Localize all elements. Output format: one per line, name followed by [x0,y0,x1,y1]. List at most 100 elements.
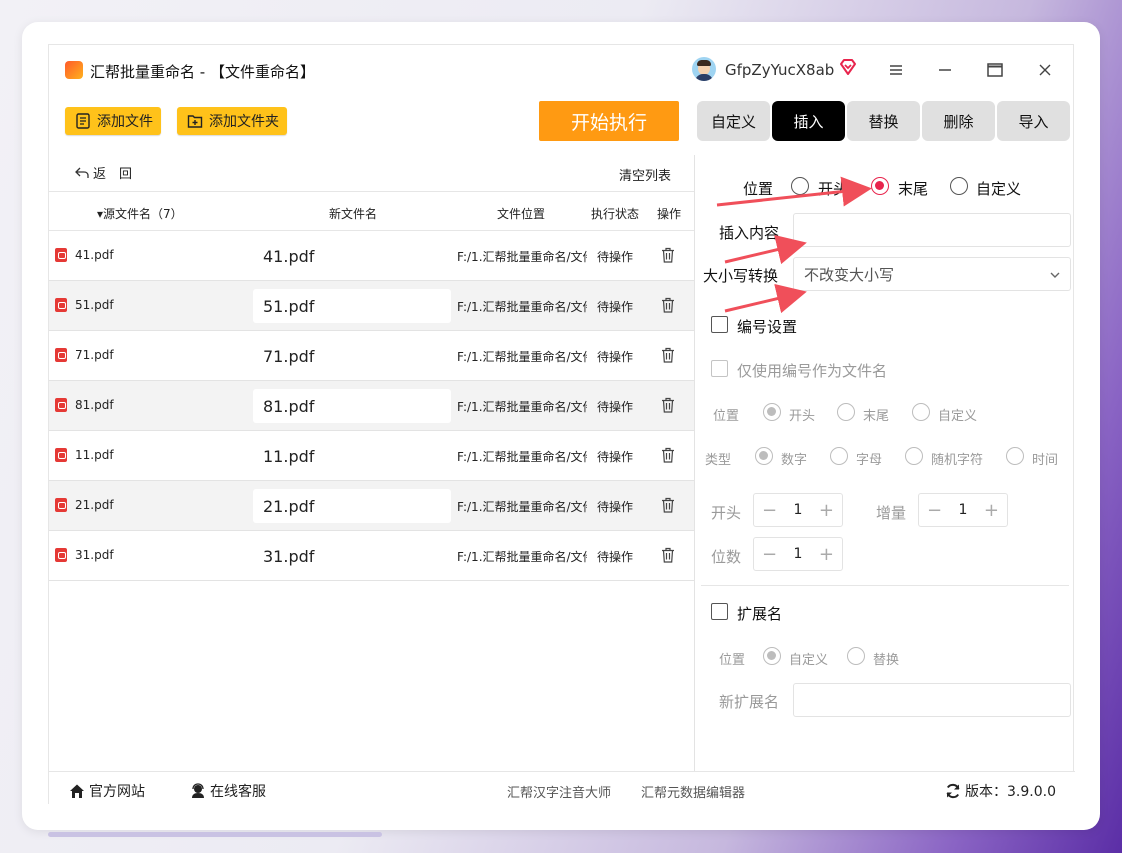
trash-icon[interactable] [661,497,675,513]
numbering-checkbox[interactable] [711,316,728,333]
step-value-stepper[interactable]: − 1 + [918,493,1008,527]
online-service-label: 在线客服 [210,784,266,800]
start-value-label: 开头 [711,504,742,522]
pdf-file-icon [55,248,67,262]
column-action: 操作 [657,207,682,221]
radio-position-end-label: 末尾 [898,180,929,198]
tab-insert[interactable]: 插入 [772,101,845,141]
case-conversion-select[interactable]: 不改变大小写 [793,257,1071,291]
username[interactable]: GfpZyYucX8ab [725,61,834,79]
radio-type-letter-label: 字母 [856,453,883,468]
tab-import[interactable]: 导入 [997,101,1070,141]
vip-diamond-icon[interactable] [839,58,857,76]
table-row[interactable]: 31.pdf 31.pdf F:/1.汇帮批量重命名/文件 待操作 [49,531,695,581]
table-row[interactable]: 21.pdf 21.pdf F:/1.汇帮批量重命名/文件 待操作 [49,481,695,531]
insert-content-input[interactable] [793,213,1071,247]
only-number-checkbox[interactable] [711,360,728,377]
back-button[interactable]: 返 回 [75,163,132,182]
chevron-down-icon [1050,272,1060,278]
radio-type-time[interactable] [1006,447,1024,465]
menu-icon[interactable] [882,57,910,83]
radio-number-position-end[interactable] [837,403,855,421]
column-new-name: 新文件名 [329,207,378,221]
scroll-indicator[interactable] [48,832,382,837]
radio-extension-custom-label: 自定义 [789,653,829,668]
status-text: 待操作 [597,250,634,264]
new-filename: 51.pdf [253,289,451,323]
minus-icon[interactable]: − [927,500,942,521]
extension-checkbox[interactable] [711,603,728,620]
new-extension-label: 新扩展名 [719,693,780,711]
tab-replace[interactable]: 替换 [847,101,920,141]
status-text: 待操作 [597,550,634,564]
file-list-pane: 返 回 清空列表 ▾源文件名（7） 新文件名 文件位置 执行状态 操作 41.p… [49,155,695,771]
minus-icon[interactable]: − [762,500,777,521]
home-icon [70,784,84,798]
close-icon[interactable] [1031,57,1059,83]
radio-type-random[interactable] [905,447,923,465]
radio-number-position-custom[interactable] [912,403,930,421]
source-filename: 31.pdf [75,548,114,562]
pinyin-master-link[interactable]: 汇帮汉字注音大师 [507,782,611,801]
radio-type-letter[interactable] [830,447,848,465]
trash-icon[interactable] [661,447,675,463]
tab-delete[interactable]: 删除 [922,101,995,141]
table-row[interactable]: 51.pdf 51.pdf F:/1.汇帮批量重命名/文件 待操作 [49,281,695,331]
only-number-label: 仅使用编号作为文件名 [737,362,888,380]
radio-number-position-custom-label: 自定义 [938,409,978,424]
column-source[interactable]: ▾源文件名（7） [97,205,183,222]
start-value-stepper[interactable]: − 1 + [753,493,843,527]
radio-position-end[interactable] [871,177,889,195]
digits-stepper[interactable]: − 1 + [753,537,843,571]
radio-position-custom[interactable] [950,177,968,195]
table-row[interactable]: 81.pdf 81.pdf F:/1.汇帮批量重命名/文件 待操作 [49,381,695,431]
new-extension-input[interactable] [793,683,1071,717]
radio-type-time-label: 时间 [1032,453,1059,468]
pdf-file-icon [55,498,67,512]
trash-icon[interactable] [661,247,675,263]
start-button[interactable]: 开始执行 [539,101,679,141]
trash-icon[interactable] [661,347,675,363]
plus-icon[interactable]: + [819,544,834,565]
tab-custom[interactable]: 自定义 [697,101,770,141]
pdf-file-icon [55,448,67,462]
column-location: 文件位置 [497,207,546,221]
table-row[interactable]: 41.pdf 41.pdf F:/1.汇帮批量重命名/文件 待操作 [49,231,695,281]
official-website-label: 官方网站 [89,784,145,800]
footer-bar: 官方网站 在线客服 汇帮汉字注音大师 汇帮元数据编辑器 版本：3.9.0.0 [49,771,1075,805]
minus-icon[interactable]: − [762,544,777,565]
file-path: F:/1.汇帮批量重命名/文件 [457,450,587,464]
status-text: 待操作 [597,300,634,314]
table-row[interactable]: 11.pdf 11.pdf F:/1.汇帮批量重命名/文件 待操作 [49,431,695,481]
pdf-file-icon [55,298,67,312]
add-folder-button[interactable]: 添加文件夹 [177,107,287,135]
new-filename: 11.pdf [263,446,315,466]
case-conversion-value: 不改变大小写 [804,265,895,284]
add-file-button[interactable]: 添加文件 [65,107,161,135]
radio-type-number-label: 数字 [781,453,808,468]
plus-icon[interactable]: + [819,500,834,521]
online-service-link[interactable]: 在线客服 [190,781,266,801]
radio-extension-custom[interactable] [763,647,781,665]
insert-position-label: 位置 [743,180,774,198]
metadata-editor-link[interactable]: 汇帮元数据编辑器 [641,782,745,801]
version-info[interactable]: 版本：3.9.0.0 [945,781,1056,801]
trash-icon[interactable] [661,547,675,563]
maximize-icon[interactable] [981,57,1009,83]
radio-number-position-start[interactable] [763,403,781,421]
plus-icon[interactable]: + [984,500,999,521]
official-website-link[interactable]: 官方网站 [69,781,145,801]
radio-position-start[interactable] [791,177,809,195]
trash-icon[interactable] [661,397,675,413]
status-text: 待操作 [597,500,634,514]
radio-type-number[interactable] [755,447,773,465]
radio-extension-replace[interactable] [847,647,865,665]
clear-list-button[interactable]: 清空列表 [619,165,671,184]
minimize-icon[interactable] [931,57,959,83]
file-path: F:/1.汇帮批量重命名/文件 [457,500,587,514]
numbering-type-label: 类型 [705,453,732,468]
app-logo-icon [65,61,83,79]
table-row[interactable]: 71.pdf 71.pdf F:/1.汇帮批量重命名/文件 待操作 [49,331,695,381]
avatar[interactable] [692,57,716,81]
trash-icon[interactable] [661,297,675,313]
